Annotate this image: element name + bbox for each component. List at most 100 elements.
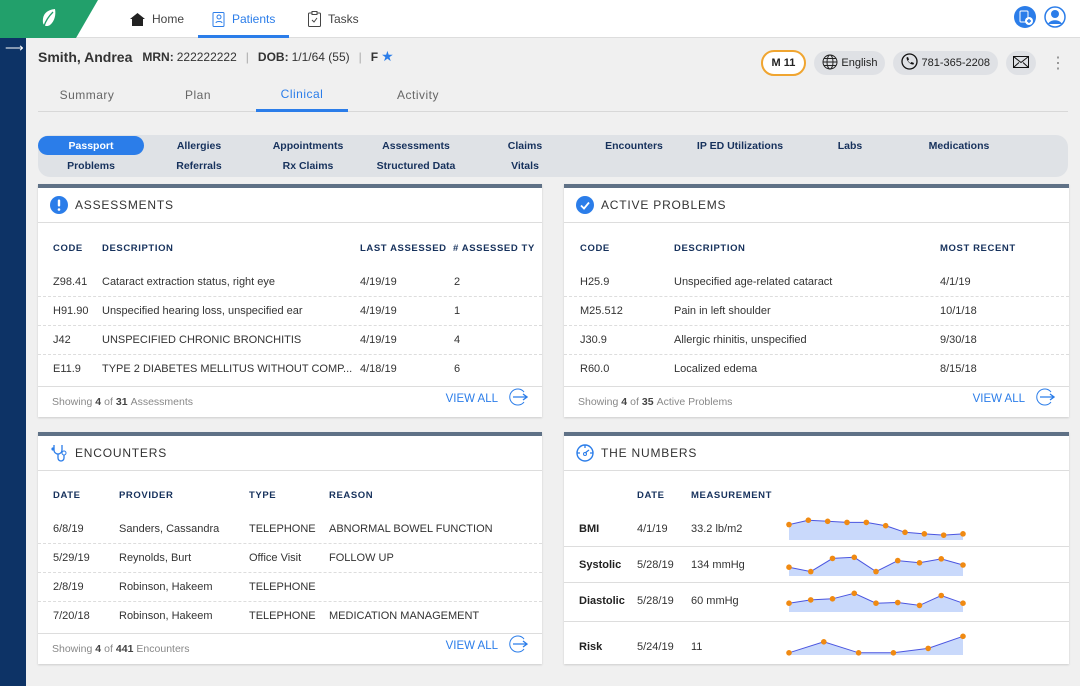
arrow-circle-icon — [508, 634, 529, 657]
cell-count: 6 — [454, 363, 461, 375]
app-logo[interactable] — [0, 0, 98, 38]
sparkline-point — [851, 590, 858, 597]
nav-home[interactable]: Home — [130, 0, 184, 38]
pill-medications[interactable]: Medications — [918, 136, 1000, 155]
pill-structured-data[interactable]: Structured Data — [368, 156, 464, 175]
footer-prefix: Showing — [52, 643, 93, 655]
table-row[interactable]: Z98.41 Cataract extraction status, right… — [38, 268, 542, 297]
col-code[interactable]: CODE — [53, 243, 83, 254]
risk-badge[interactable]: M 11 — [760, 50, 807, 76]
pill-vitals[interactable]: Vitals — [488, 156, 562, 175]
col-description[interactable]: DESCRIPTION — [674, 243, 746, 254]
sparkline-point — [938, 592, 945, 599]
expand-arrow-icon[interactable]: ⟶ — [5, 40, 24, 56]
nav-tasks-label: Tasks — [328, 12, 359, 26]
dob-value: 1/1/64 (55) — [291, 49, 350, 64]
pill-assessments[interactable]: Assessments — [368, 136, 464, 155]
star-icon[interactable]: ★ — [381, 48, 394, 65]
pill-referrals[interactable]: Referrals — [160, 156, 238, 175]
table-row[interactable]: 7/20/18 Robinson, Hakeem TELEPHONE MEDIC… — [38, 602, 542, 631]
tab-activity[interactable]: Activity — [378, 78, 458, 112]
pill-labs[interactable]: Labs — [828, 136, 872, 155]
pill-claims[interactable]: Claims — [488, 136, 562, 155]
cell-code: Z98.41 — [53, 276, 88, 288]
encounters-view-all-button[interactable]: VIEW ALL — [445, 634, 529, 657]
phone-chip[interactable]: 781-365-2208 — [893, 51, 998, 75]
cell-date: 7/20/18 — [53, 610, 90, 622]
sparkline — [786, 633, 966, 656]
arrow-circle-icon — [508, 387, 529, 410]
table-row[interactable]: J30.9 Allergic rhinitis, unspecified 9/3… — [564, 326, 1069, 355]
sparkline-point — [916, 602, 923, 609]
view-all-label: VIEW ALL — [445, 639, 498, 652]
tab-summary[interactable]: Summary — [48, 78, 126, 112]
dob-label: DOB: — [257, 49, 289, 64]
measurement-value: 11 — [691, 641, 703, 653]
measurement-row[interactable]: Diastolic 5/28/19 60 mmHg — [564, 583, 1069, 622]
table-row[interactable]: E11.9 TYPE 2 DIABETES MELLITUS WITHOUT C… — [38, 355, 542, 384]
assessments-title: ASSESSMENTS — [75, 198, 174, 212]
footer-total: 441 — [115, 643, 134, 655]
nav-tasks[interactable]: Tasks — [308, 0, 359, 38]
col-date[interactable]: DATE — [53, 490, 81, 501]
sparkline — [786, 517, 966, 540]
col-last-assessed[interactable]: LAST ASSESSED — [360, 243, 447, 254]
table-row[interactable]: H25.9 Unspecified age-related cataract 4… — [564, 268, 1069, 297]
pill-encounters[interactable]: Encounters — [594, 136, 674, 155]
cell-date: 4/19/19 — [360, 276, 397, 288]
pill-ip-ed-utilizations[interactable]: IP ED Utilizations — [690, 136, 790, 155]
sparkline-point — [960, 600, 966, 606]
table-row[interactable]: M25.512 Pain in left shoulder 10/1/18 — [564, 297, 1069, 326]
language-chip[interactable]: English — [814, 51, 886, 75]
cell-provider: Sanders, Cassandra — [119, 523, 220, 535]
cell-reason: MEDICATION MANAGEMENT — [329, 610, 480, 622]
measurement-row[interactable]: BMI 4/1/19 33.2 lb/m2 — [564, 511, 1069, 547]
sparkline-point — [807, 568, 814, 575]
measurement-row[interactable]: Risk 5/24/19 11 — [564, 622, 1069, 662]
pill-problems[interactable]: Problems — [38, 156, 144, 175]
col-provider[interactable]: PROVIDER — [119, 490, 173, 501]
col-reason[interactable]: REASON — [329, 490, 373, 501]
sparkline-point — [824, 518, 831, 525]
table-row[interactable]: 5/29/19 Reynolds, Burt Office Visit FOLL… — [38, 544, 542, 573]
col-date[interactable]: DATE — [637, 490, 665, 501]
table-row[interactable]: R60.0 Localized edema 8/15/18 — [564, 355, 1069, 384]
footer-of: of — [630, 396, 639, 408]
col-measurement[interactable]: MEASUREMENT — [691, 490, 772, 501]
sparkline — [786, 554, 966, 576]
pill-allergies[interactable]: Allergies — [160, 136, 238, 155]
measurement-label: Risk — [579, 641, 603, 653]
table-row[interactable]: J42 UNSPECIFIED CHRONIC BRONCHITIS 4/19/… — [38, 326, 542, 355]
sparkline-point — [786, 600, 792, 606]
patient-name: Smith, Andrea — [38, 48, 133, 65]
col-description[interactable]: DESCRIPTION — [102, 243, 174, 254]
col-type[interactable]: TYPE — [249, 490, 276, 501]
add-patient-icon[interactable] — [1014, 6, 1036, 33]
cell-description: Localized edema — [674, 363, 758, 375]
measurement-row[interactable]: Systolic 5/28/19 134 mmHg — [564, 547, 1069, 583]
user-avatar-icon[interactable] — [1044, 6, 1066, 33]
pill-passport[interactable]: Passport — [38, 136, 144, 155]
envelope-icon — [1013, 55, 1029, 71]
more-options-icon[interactable]: ⋮ — [1050, 53, 1066, 73]
pill-appointments[interactable]: Appointments — [260, 136, 356, 155]
sparkline-point — [940, 532, 947, 538]
col-code[interactable]: CODE — [580, 243, 610, 254]
table-row[interactable]: H91.90 Unspecified hearing loss, unspeci… — [38, 297, 542, 326]
sparkline-point — [786, 650, 792, 656]
checkmark-icon — [576, 196, 594, 214]
measurement-label: BMI — [579, 523, 600, 535]
col-most-recent[interactable]: MOST RECENT — [940, 243, 1016, 254]
tab-plan[interactable]: Plan — [168, 78, 228, 112]
nav-patients[interactable]: Patients — [198, 0, 290, 38]
assessments-view-all-button[interactable]: VIEW ALL — [446, 387, 529, 410]
tab-clinical[interactable]: Clinical — [256, 78, 348, 112]
measurement-date: 4/1/19 — [637, 523, 668, 535]
table-row[interactable]: 6/8/19 Sanders, Cassandra TELEPHONE ABNO… — [38, 515, 542, 544]
email-button[interactable] — [1006, 51, 1036, 75]
table-row[interactable]: 2/8/19 Robinson, Hakeem TELEPHONE — [38, 573, 542, 602]
pill-rx-claims[interactable]: Rx Claims — [260, 156, 356, 175]
col-assessed-ty[interactable]: # ASSESSED TY — [453, 243, 535, 254]
problems-view-all-button[interactable]: VIEW ALL — [973, 387, 1056, 410]
sparkline-point — [873, 568, 879, 575]
